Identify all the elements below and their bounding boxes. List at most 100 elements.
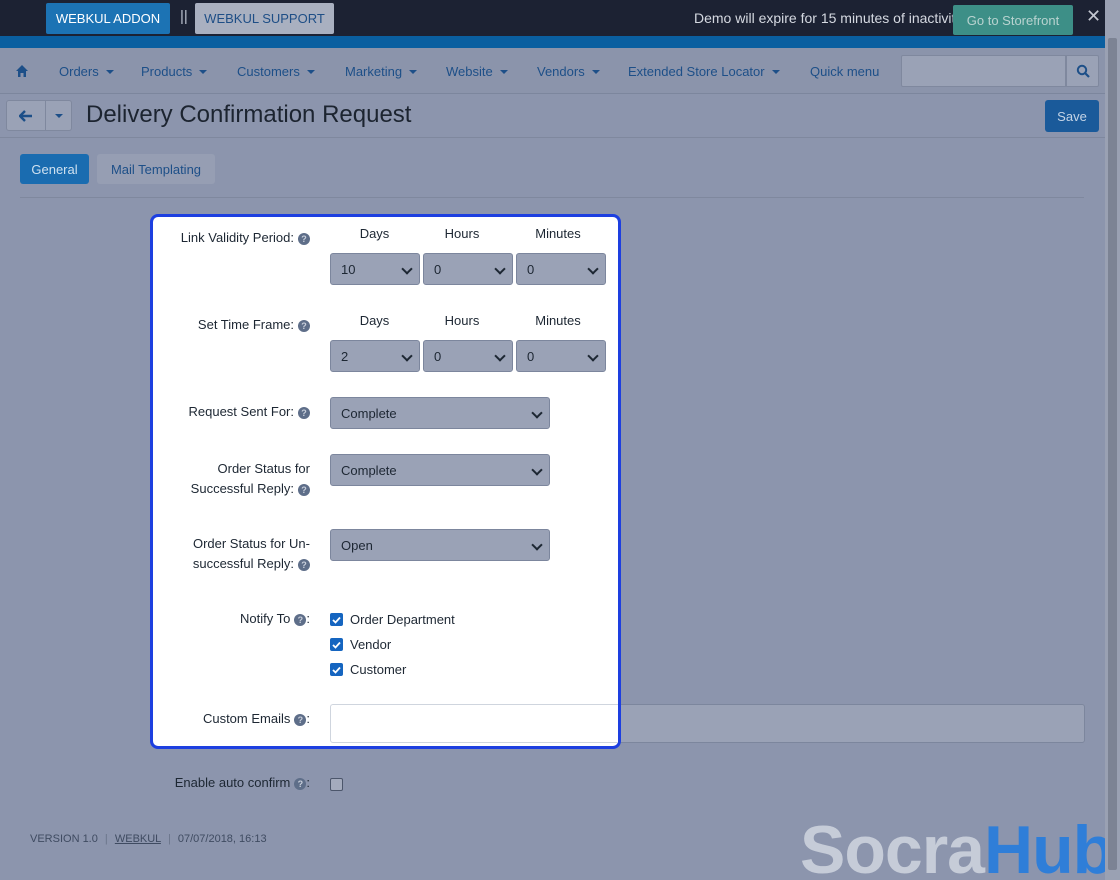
col-header-minutes: Minutes bbox=[535, 226, 581, 241]
vertical-scrollbar[interactable] bbox=[1105, 0, 1120, 880]
tab-mail-templating[interactable]: Mail Templating bbox=[97, 154, 215, 184]
col-header-minutes: Minutes bbox=[535, 313, 581, 328]
notify-vendor-label: Vendor bbox=[350, 637, 392, 652]
nav-marketing[interactable]: Marketing bbox=[345, 64, 418, 79]
webkul-support-button[interactable]: WEBKUL SUPPORT bbox=[195, 3, 334, 34]
notify-customer-label: Customer bbox=[350, 662, 407, 677]
link-validity-days-value: 10 bbox=[341, 261, 356, 277]
help-icon[interactable]: ? bbox=[294, 777, 307, 790]
time-frame-days-select[interactable]: 2 bbox=[330, 340, 420, 372]
watermark-part2: Hub bbox=[984, 812, 1114, 880]
link-validity-hours-value: 0 bbox=[434, 261, 442, 277]
status-success-label-line2-wrap: Successful Reply:? bbox=[160, 479, 310, 499]
nav-customers[interactable]: Customers bbox=[237, 64, 315, 79]
nav-vendors[interactable]: Vendors bbox=[537, 64, 600, 79]
time-frame-minutes-value: 0 bbox=[527, 348, 535, 364]
request-sent-for-label-text: Request Sent For: bbox=[188, 404, 295, 419]
nav-products[interactable]: Products bbox=[141, 64, 208, 79]
caret-down-icon bbox=[54, 113, 63, 118]
footer-divider: | bbox=[104, 833, 108, 845]
nav-website[interactable]: Website bbox=[446, 64, 508, 79]
status-unsuccess-select[interactable]: Open bbox=[330, 529, 550, 561]
caret-down-icon bbox=[499, 69, 508, 74]
chevron-down-icon bbox=[494, 350, 506, 362]
search-button[interactable] bbox=[1066, 55, 1099, 87]
time-frame-label-text: Set Time Frame: bbox=[197, 317, 294, 332]
back-button[interactable] bbox=[6, 100, 46, 131]
help-icon[interactable]: ? bbox=[294, 613, 307, 626]
chevron-down-icon bbox=[494, 263, 506, 275]
notify-vendor-checkbox[interactable] bbox=[330, 638, 343, 651]
custom-emails-input-highlighted[interactable] bbox=[330, 704, 618, 743]
help-icon[interactable]: ? bbox=[298, 558, 310, 571]
nav-customers-label: Customers bbox=[237, 64, 300, 79]
nav-quick-menu[interactable]: Quick menu bbox=[810, 64, 879, 79]
chevron-down-icon bbox=[531, 407, 543, 419]
request-sent-for-select[interactable]: Complete bbox=[330, 397, 550, 429]
back-dropdown-button[interactable] bbox=[46, 100, 72, 131]
checkmark-icon bbox=[332, 666, 341, 674]
go-to-storefront-button[interactable]: Go to Storefront bbox=[953, 5, 1073, 35]
col-header-days: Days bbox=[359, 313, 390, 328]
save-button[interactable]: Save bbox=[1045, 100, 1099, 132]
page-title: Delivery Confirmation Request bbox=[86, 101, 412, 128]
chevron-down-icon bbox=[401, 263, 413, 275]
custom-emails-colon: : bbox=[306, 711, 310, 726]
status-unsuccess-label-line2: successful Reply: bbox=[192, 556, 294, 571]
nav-orders[interactable]: Orders bbox=[59, 64, 114, 79]
request-sent-for-value: Complete bbox=[341, 405, 397, 421]
checkmark-icon bbox=[332, 616, 341, 624]
auto-confirm-colon: : bbox=[306, 775, 310, 790]
notify-to-label: Notify To?: bbox=[160, 609, 310, 629]
nav-orders-label: Orders bbox=[59, 64, 99, 79]
footer-date: 07/07/2018, 16:13 bbox=[177, 833, 267, 845]
notify-to-colon: : bbox=[306, 611, 310, 626]
link-validity-days-select[interactable]: 10 bbox=[330, 253, 420, 285]
search-input[interactable] bbox=[901, 55, 1066, 87]
close-icon[interactable]: ✕ bbox=[1086, 6, 1101, 27]
nav-quick-menu-label: Quick menu bbox=[810, 64, 880, 79]
status-unsuccess-value: Open bbox=[341, 537, 373, 553]
webkul-addon-button[interactable]: WEBKUL ADDON bbox=[46, 3, 170, 34]
chevron-down-icon bbox=[587, 263, 599, 275]
demo-bar-stripe bbox=[0, 36, 1105, 48]
tab-general[interactable]: General bbox=[20, 154, 89, 184]
help-icon[interactable]: ? bbox=[298, 319, 310, 332]
caret-down-icon bbox=[409, 69, 418, 74]
status-success-label-line1: Order Status for bbox=[217, 461, 310, 476]
home-icon[interactable] bbox=[15, 64, 29, 78]
custom-emails-label: Custom Emails?: bbox=[160, 709, 310, 729]
footer: VERSION 1.0 | WEBKUL | 07/07/2018, 16:13 bbox=[30, 833, 267, 845]
time-frame-minutes-select[interactable]: 0 bbox=[516, 340, 606, 372]
auto-confirm-checkbox[interactable] bbox=[330, 778, 343, 791]
help-icon[interactable]: ? bbox=[298, 232, 310, 245]
help-icon[interactable]: ? bbox=[298, 406, 310, 419]
chevron-down-icon bbox=[531, 464, 543, 476]
status-unsuccess-label-line1: Order Status for Un- bbox=[192, 536, 310, 551]
custom-emails-label-text: Custom Emails bbox=[202, 711, 291, 726]
link-validity-hours-select[interactable]: 0 bbox=[423, 253, 513, 285]
link-validity-minutes-select[interactable]: 0 bbox=[516, 253, 606, 285]
help-icon[interactable]: ? bbox=[294, 713, 307, 726]
caret-down-icon bbox=[591, 69, 600, 74]
time-frame-hours-select[interactable]: 0 bbox=[423, 340, 513, 372]
chevron-down-icon bbox=[531, 539, 543, 551]
status-unsuccess-label: Order Status for Un- successful Reply:? bbox=[160, 534, 310, 574]
notify-customer-checkbox[interactable] bbox=[330, 663, 343, 676]
help-icon[interactable]: ? bbox=[298, 483, 310, 496]
checkmark-icon bbox=[332, 641, 341, 649]
caret-down-icon bbox=[199, 69, 208, 74]
nav-vendors-label: Vendors bbox=[537, 64, 585, 79]
status-success-select[interactable]: Complete bbox=[330, 454, 550, 486]
footer-webkul-link[interactable]: WEBKUL bbox=[115, 833, 161, 845]
time-frame-label: Set Time Frame:? bbox=[160, 315, 310, 335]
nav-extended-store-locator[interactable]: Extended Store Locator bbox=[628, 64, 780, 79]
notify-order-department-checkbox[interactable] bbox=[330, 613, 343, 626]
title-bar: Delivery Confirmation Request Save bbox=[0, 94, 1105, 138]
demo-expiry-notice: Demo will expire for 15 minutes of inact… bbox=[694, 10, 963, 26]
link-validity-label: Link Validity Period:? bbox=[160, 228, 310, 248]
nav-marketing-label: Marketing bbox=[345, 64, 403, 79]
scrollbar-thumb[interactable] bbox=[1108, 38, 1117, 870]
chevron-down-icon bbox=[587, 350, 599, 362]
status-success-value: Complete bbox=[341, 462, 397, 478]
